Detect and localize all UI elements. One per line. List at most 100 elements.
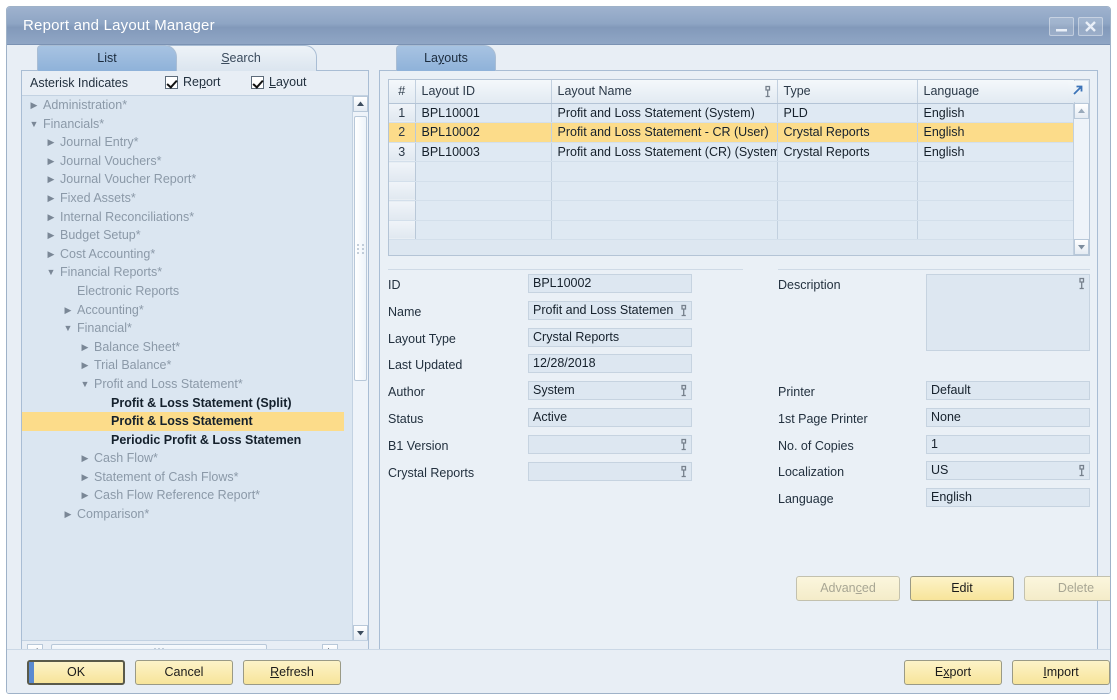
tree-caret-right-icon[interactable]: ▶ — [79, 486, 91, 505]
grid-cell-empty[interactable] — [917, 200, 1075, 221]
grid-col-layout-id[interactable]: Layout ID — [415, 80, 552, 104]
grid-cell-type[interactable]: Crystal Reports — [777, 142, 918, 162]
form-field[interactable]: US — [926, 461, 1090, 481]
tree-vertical-scrollbar[interactable] — [352, 96, 368, 641]
tree-scroll-up-button[interactable] — [353, 96, 368, 112]
layouts-grid[interactable]: # Layout ID Layout Name Type Language 1 … — [388, 79, 1090, 256]
tree-item[interactable]: ▶ Accounting* — [22, 301, 344, 320]
tree-item[interactable]: ▼ Profit and Loss Statement* — [22, 375, 344, 394]
grid-expand-button[interactable] — [1068, 81, 1088, 102]
grid-cell-empty[interactable] — [389, 181, 416, 201]
tree-caret-right-icon[interactable]: ▶ — [45, 170, 57, 189]
grid-scroll-down-button[interactable] — [1074, 239, 1089, 255]
tree-item[interactable]: ▼ Financial* — [22, 319, 344, 338]
grid-cell-number[interactable]: 2 — [389, 122, 416, 143]
checkbox-layout[interactable]: Layout — [251, 75, 307, 89]
grid-cell-empty[interactable] — [415, 181, 552, 201]
grid-cell-layout-name[interactable]: Profit and Loss Statement (System) — [551, 103, 778, 123]
tree-caret-right-icon[interactable]: ▶ — [62, 505, 74, 524]
grid-cell-layout-id[interactable]: BPL10002 — [415, 122, 552, 143]
table-row[interactable]: 3 BPL10003 Profit and Loss Statement (CR) … — [389, 142, 1075, 162]
tree-caret-right-icon[interactable]: ▶ — [45, 226, 57, 245]
grid-cell-empty[interactable] — [917, 161, 1075, 182]
tree-item[interactable]: ▶ Comparison* — [22, 505, 344, 524]
grid-col-number[interactable]: # — [389, 80, 416, 104]
form-field[interactable]: Crystal Reports — [528, 327, 692, 347]
grid-cell-empty[interactable] — [551, 200, 778, 221]
description-field[interactable] — [926, 274, 1090, 351]
tree-caret-down-icon[interactable]: ▼ — [28, 115, 40, 134]
close-button[interactable] — [1078, 17, 1103, 36]
grid-cell-layout-name[interactable]: Profit and Loss Statement (CR) (System) — [551, 142, 778, 162]
minimize-button[interactable] — [1049, 17, 1074, 36]
grid-cell-empty[interactable] — [551, 181, 778, 201]
export-button[interactable]: Export — [904, 660, 1002, 685]
grid-cell-empty[interactable] — [389, 200, 416, 221]
edit-button[interactable]: Edit — [910, 576, 1014, 601]
grid-cell-number[interactable]: 3 — [389, 142, 416, 162]
grid-cell-layout-id[interactable]: BPL10001 — [415, 103, 552, 123]
tab-search[interactable]: Search — [165, 45, 317, 71]
tree-item[interactable]: Profit & Loss Statement — [22, 412, 344, 431]
form-field[interactable]: 1 — [926, 434, 1090, 454]
tab-list[interactable]: List — [37, 45, 177, 71]
tree-caret-right-icon[interactable]: ▶ — [45, 208, 57, 227]
form-field[interactable] — [528, 434, 692, 454]
grid-cell-empty[interactable] — [551, 161, 778, 182]
refresh-button[interactable]: Refresh — [243, 660, 341, 685]
ok-button[interactable]: OK — [27, 660, 125, 685]
tree-item[interactable]: ▼ Financial Reports* — [22, 263, 344, 282]
tree-item[interactable]: ▶ Statement of Cash Flows* — [22, 468, 344, 487]
grid-cell-empty[interactable] — [777, 200, 918, 221]
grid-cell-type[interactable]: Crystal Reports — [777, 122, 918, 143]
tree-item[interactable]: ▶ Fixed Assets* — [22, 189, 344, 208]
tree-caret-right-icon[interactable]: ▶ — [45, 189, 57, 208]
tree-caret-right-icon[interactable]: ▶ — [45, 152, 57, 171]
grid-cell-language[interactable]: English — [917, 142, 1075, 162]
delete-button[interactable]: Delete — [1024, 576, 1110, 601]
tree-caret-right-icon[interactable]: ▶ — [79, 468, 91, 487]
tree-item[interactable]: Periodic Profit & Loss Statemen — [22, 431, 344, 450]
grid-cell-empty[interactable] — [777, 161, 918, 182]
grid-col-type[interactable]: Type — [777, 80, 918, 104]
grid-cell-empty[interactable] — [415, 200, 552, 221]
module-tree[interactable]: ▶ Administration* ▼ Financials* ▶ Journal Ent… — [22, 96, 368, 641]
tree-caret-right-icon[interactable]: ▶ — [28, 96, 40, 115]
grid-cell-language[interactable]: English — [917, 103, 1075, 123]
checkbox-report[interactable]: Report — [165, 75, 221, 89]
tree-caret-down-icon[interactable]: ▼ — [45, 263, 57, 282]
grid-cell-language[interactable]: English — [917, 122, 1075, 143]
grid-col-layout-name[interactable]: Layout Name — [551, 80, 778, 104]
table-row[interactable]: 1 BPL10001 Profit and Loss Statement (Syst… — [389, 103, 1075, 123]
form-field[interactable]: 12/28/2018 — [528, 354, 692, 374]
grid-cell-empty[interactable] — [551, 220, 778, 240]
tree-item[interactable]: ▶ Journal Voucher Report* — [22, 170, 344, 189]
grid-cell-empty[interactable] — [415, 161, 552, 182]
grid-cell-empty[interactable] — [917, 181, 1075, 201]
tree-item[interactable]: ▶ Trial Balance* — [22, 356, 344, 375]
grid-cell-empty[interactable] — [777, 181, 918, 201]
tree-scrollbar-thumb[interactable] — [354, 116, 367, 381]
tree-caret-right-icon[interactable]: ▶ — [79, 338, 91, 357]
table-row-empty[interactable] — [389, 200, 1075, 221]
window-titlebar[interactable]: Report and Layout Manager — [7, 7, 1110, 45]
grid-cell-empty[interactable] — [415, 220, 552, 240]
grid-scroll-up-button[interactable] — [1074, 103, 1089, 119]
grid-cell-empty[interactable] — [389, 220, 416, 240]
tree-item[interactable]: ▶ Cash Flow Reference Report* — [22, 486, 344, 505]
form-field[interactable]: Active — [528, 408, 692, 427]
tree-caret-right-icon[interactable]: ▶ — [45, 133, 57, 152]
table-row-empty[interactable] — [389, 161, 1075, 182]
grid-cell-empty[interactable] — [917, 220, 1075, 240]
tree-caret-right-icon[interactable]: ▶ — [45, 245, 57, 264]
form-field[interactable]: Profit and Loss Statemen — [528, 300, 692, 320]
form-field[interactable]: BPL10002 — [528, 274, 692, 293]
tree-caret-right-icon[interactable]: ▶ — [79, 449, 91, 468]
checkbox-report-box[interactable] — [165, 75, 178, 89]
tree-item[interactable]: ▼ Financials* — [22, 115, 344, 134]
grid-cell-empty[interactable] — [389, 161, 416, 182]
checkbox-layout-box[interactable] — [251, 75, 264, 89]
form-field[interactable]: Default — [926, 381, 1090, 400]
tree-item[interactable]: ▶ Balance Sheet* — [22, 338, 344, 357]
tree-item[interactable]: ▶ Journal Vouchers* — [22, 152, 344, 171]
